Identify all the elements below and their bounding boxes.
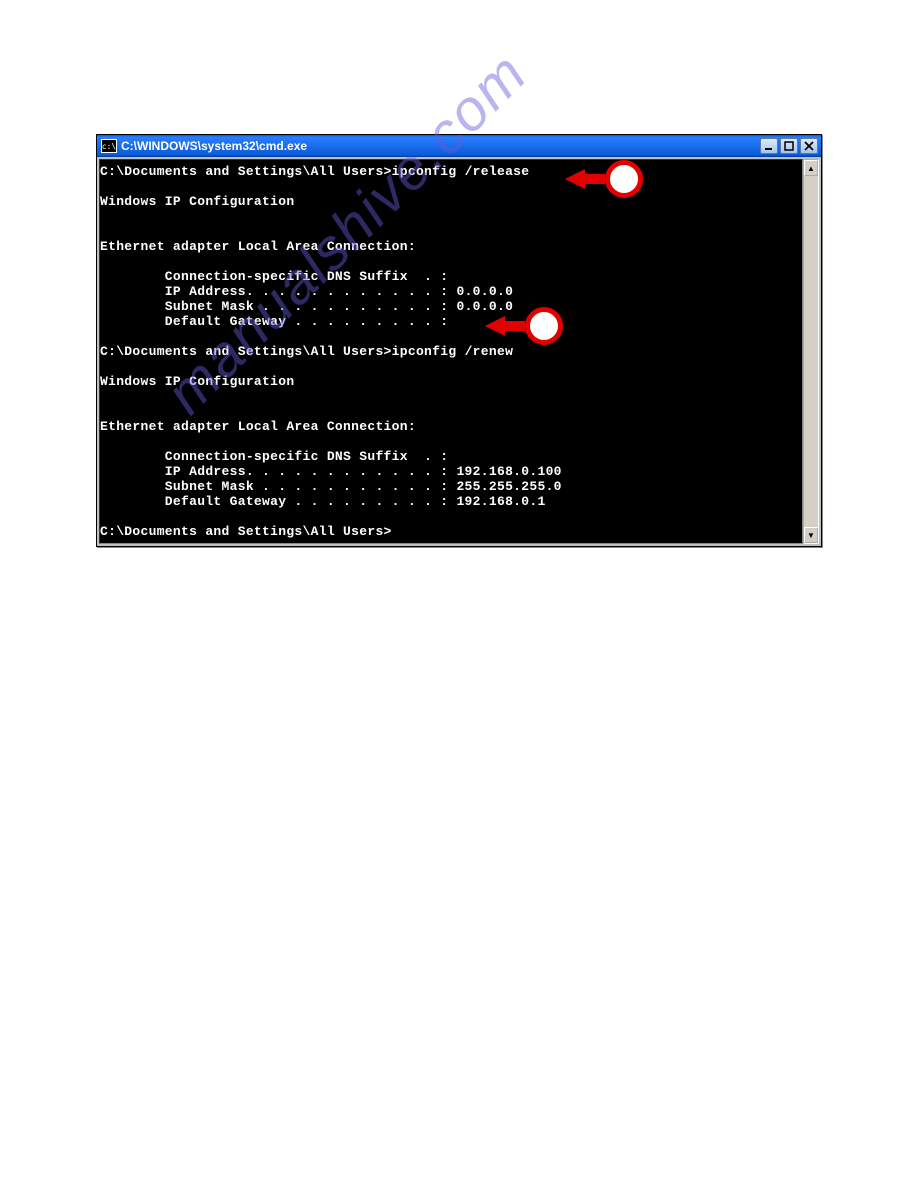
callout-arrow-release — [565, 160, 643, 198]
arrow-left-icon — [565, 169, 585, 189]
prompt: C:\Documents and Settings\All Users> — [100, 164, 392, 179]
dns-suffix-line: Connection-specific DNS Suffix . : — [100, 449, 448, 464]
terminal-output[interactable]: C:\Documents and Settings\All Users>ipco… — [99, 159, 803, 544]
close-button[interactable] — [800, 138, 818, 154]
cmd-icon: c:\ — [101, 139, 117, 153]
ip-config-header: Windows IP Configuration — [100, 194, 294, 209]
cmd-window: c:\ C:\WINDOWS\system32\cmd.exe C:\Docum… — [96, 134, 822, 547]
subnet-mask-line: Subnet Mask . . . . . . . . . . . : 0.0.… — [100, 299, 513, 314]
arrow-left-icon — [485, 316, 505, 336]
scrollbar[interactable]: ▲ ▼ — [803, 159, 819, 544]
maximize-button[interactable] — [780, 138, 798, 154]
prompt: C:\Documents and Settings\All Users> — [100, 344, 392, 359]
scroll-down-button[interactable]: ▼ — [804, 527, 818, 543]
titlebar[interactable]: c:\ C:\WINDOWS\system32\cmd.exe — [97, 135, 821, 157]
minimize-button[interactable] — [760, 138, 778, 154]
gateway-line: Default Gateway . . . . . . . . . : 192.… — [100, 494, 546, 509]
scroll-up-button[interactable]: ▲ — [804, 160, 818, 176]
gateway-line: Default Gateway . . . . . . . . . : — [100, 314, 448, 329]
callout-circle-icon — [525, 307, 563, 345]
command-release: ipconfig /release — [392, 164, 530, 179]
ip-address-line: IP Address. . . . . . . . . . . . : 0.0.… — [100, 284, 513, 299]
adapter-header: Ethernet adapter Local Area Connection: — [100, 239, 416, 254]
adapter-header: Ethernet adapter Local Area Connection: — [100, 419, 416, 434]
prompt: C:\Documents and Settings\All Users> — [100, 524, 392, 539]
scroll-track[interactable] — [804, 176, 818, 527]
ip-address-line: IP Address. . . . . . . . . . . . : 192.… — [100, 464, 562, 479]
ip-config-header: Windows IP Configuration — [100, 374, 294, 389]
subnet-mask-line: Subnet Mask . . . . . . . . . . . : 255.… — [100, 479, 562, 494]
window-title: C:\WINDOWS\system32\cmd.exe — [121, 139, 760, 153]
callout-arrow-renew — [485, 307, 563, 345]
command-renew: ipconfig /renew — [392, 344, 514, 359]
arrow-stem — [505, 321, 525, 331]
arrow-stem — [585, 174, 605, 184]
callout-circle-icon — [605, 160, 643, 198]
dns-suffix-line: Connection-specific DNS Suffix . : — [100, 269, 448, 284]
